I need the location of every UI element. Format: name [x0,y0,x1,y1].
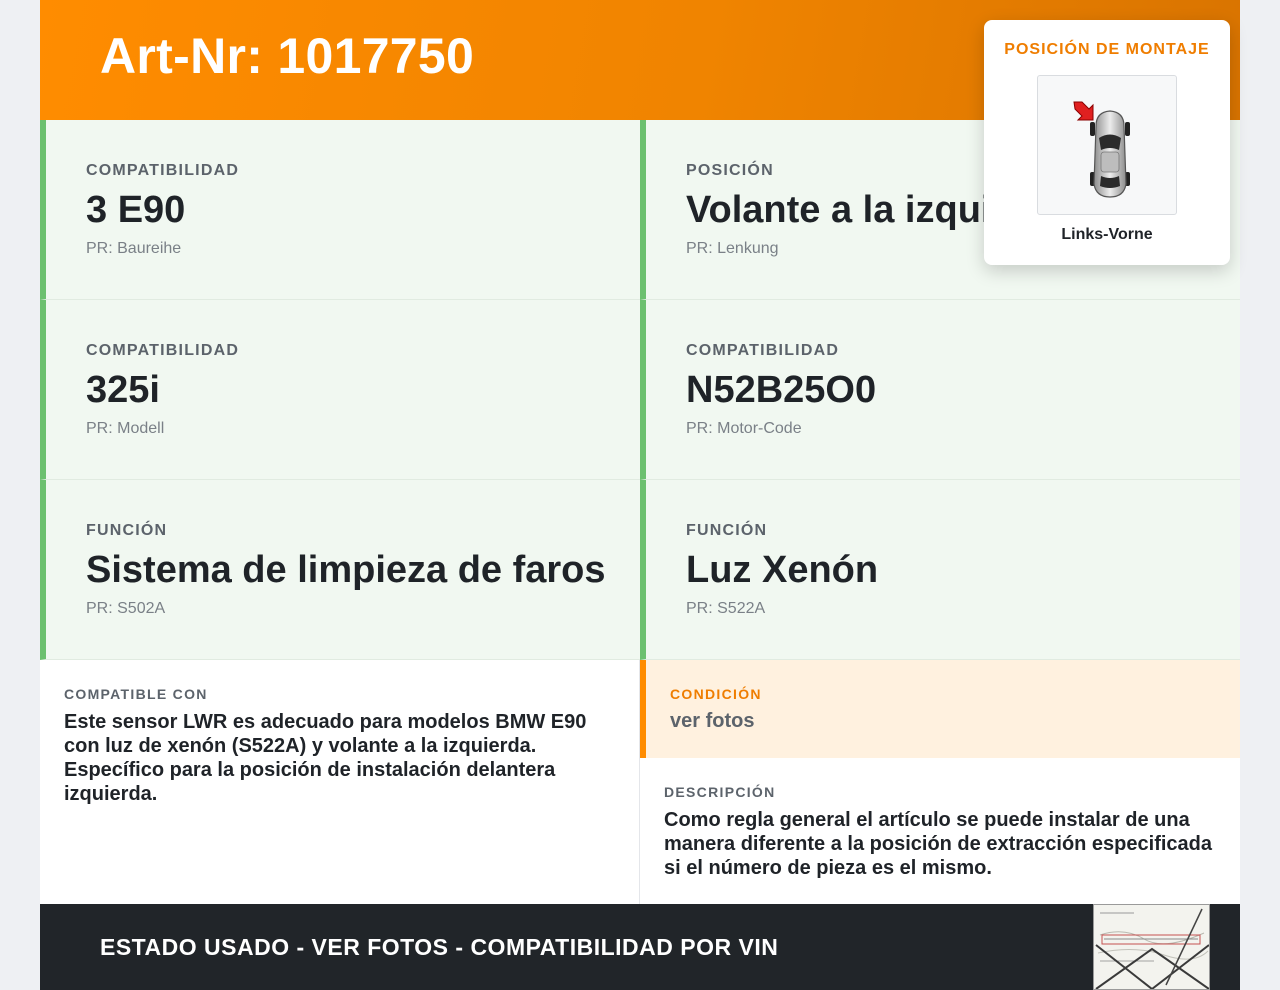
mounting-position-image [1037,75,1177,215]
mounting-position-title: POSICIÓN DE MONTAJE [1004,41,1210,58]
attribute-cell-headlight-washer: FUNCIÓN Sistema de limpieza de faros PR:… [40,480,640,660]
envelope-document-icon [1094,905,1209,989]
attribute-value: Sistema de limpieza de faros [86,549,606,591]
attribute-label: FUNCIÓN [86,522,168,539]
description-text: Como regla general el artículo se puede … [664,809,1212,879]
attribute-cell-xenon: FUNCIÓN Luz Xenón PR: S522A [640,480,1240,660]
attribute-pr-code: PR: Baureihe [86,240,182,257]
attribute-label: COMPATIBILIDAD [686,342,840,359]
attribute-value: 3 E90 [86,189,186,231]
attribute-cell-series: COMPATIBILIDAD 3 E90 PR: Baureihe [40,120,640,300]
footer-bar: ESTADO USADO - VER FOTOS - COMPATIBILIDA… [40,904,1240,990]
document-stamp-image [1093,904,1210,990]
attribute-cell-engine-code: COMPATIBILIDAD N52B25O0 PR: Motor-Code [640,300,1240,480]
compatible-with-text: Este sensor LWR es adecuado para modelos… [64,711,587,805]
description-panel: DESCRIPCIÓN Como regla general el artícu… [640,758,1240,904]
attribute-value: Luz Xenón [686,549,879,591]
attribute-label: POSICIÓN [686,162,774,179]
attribute-pr-code: PR: Motor-Code [686,420,802,437]
attribute-pr-code: PR: Lenkung [686,240,779,257]
attribute-pr-code: PR: S502A [86,600,166,617]
attribute-label: COMPATIBILIDAD [86,342,240,359]
mounting-position-card: POSICIÓN DE MONTAJE Links-Vorne [984,20,1230,265]
mounting-position-caption: Links-Vorne [1061,226,1153,243]
condition-value: ver fotos [670,710,755,732]
article-number-title: Art-Nr: 1017750 [100,28,475,84]
compatible-with-panel: COMPATIBLE CON Este sensor LWR es adecua… [40,660,640,904]
attribute-label: FUNCIÓN [686,522,768,539]
attribute-pr-code: PR: S522A [686,600,766,617]
attribute-value: 325i [86,369,160,411]
car-top-view-arrow-front-left-icon [1073,101,1130,198]
attribute-value: N52B25O0 [686,369,877,411]
attribute-label: COMPATIBILIDAD [86,162,240,179]
compatible-with-label: COMPATIBLE CON [64,686,208,702]
description-label: DESCRIPCIÓN [664,784,776,800]
condition-panel: CONDICIÓN ver fotos [640,660,1240,758]
attribute-pr-code: PR: Modell [86,420,165,437]
details-section: COMPATIBLE CON Este sensor LWR es adecua… [40,660,1240,904]
condition-label: CONDICIÓN [670,686,762,702]
footer-text: ESTADO USADO - VER FOTOS - COMPATIBILIDA… [100,934,779,960]
attribute-cell-model: COMPATIBILIDAD 325i PR: Modell [40,300,640,480]
